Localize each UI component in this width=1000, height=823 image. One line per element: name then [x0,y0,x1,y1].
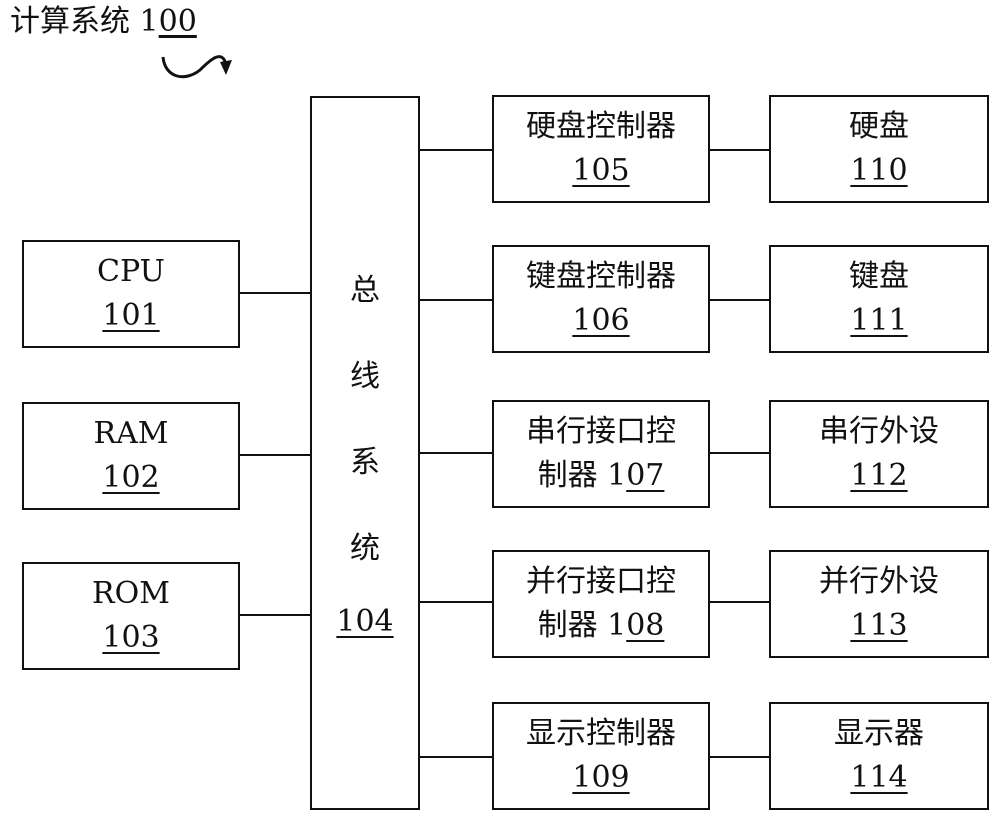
hdd-controller-box: 硬盘控制器 105 [492,95,710,203]
display-label: 显示器 [834,716,924,751]
serial-controller-label-1: 串行接口控 [526,414,676,449]
parallel-peripheral-label: 并行外设 [819,564,939,599]
keyboard-label: 键盘 [849,259,909,294]
hdd-controller-label: 硬盘控制器 [526,109,676,144]
bus-ref: 104 [336,604,394,639]
cpu-label: CPU [97,254,165,289]
rom-label: ROM [92,576,170,611]
cpu-box: CPU 101 [22,240,240,348]
parallel-controller-ref: 08 [626,608,665,643]
hdd-box: 硬盘 110 [769,95,989,203]
serial-peripheral-label: 串行外设 [819,414,939,449]
serial-controller-label-2-text: 制器 1 [537,458,627,493]
display-controller-label: 显示控制器 [526,716,676,751]
cpu-ref: 101 [102,298,160,333]
ram-label: RAM [93,416,169,451]
serial-controller-label-2: 制器 107 [538,454,665,498]
keyboard-ref: 111 [850,303,908,338]
parallel-peripheral-box: 并行外设 113 [769,550,989,658]
bus-char-1: 总 [350,273,380,308]
parallel-controller-label-2: 制器 108 [538,604,665,648]
ram-box: RAM 102 [22,402,240,510]
serial-controller-ref: 07 [626,458,665,493]
bus-char-3: 系 [350,445,380,480]
keyboard-controller-box: 键盘控制器 106 [492,245,710,353]
hdd-ref: 110 [850,153,908,188]
keyboard-controller-ref: 106 [572,303,630,338]
bus-system-box: 总 线 系 统 104 [310,96,420,810]
rom-box: ROM 103 [22,562,240,670]
reference-arrow [161,55,228,79]
keyboard-box: 键盘 111 [769,245,989,353]
display-box: 显示器 114 [769,702,989,810]
parallel-controller-box: 并行接口控 制器 108 [492,550,710,658]
serial-controller-box: 串行接口控 制器 107 [492,400,710,508]
parallel-controller-label-2-text: 制器 1 [537,608,627,643]
hdd-label: 硬盘 [849,109,909,144]
bus-char-2: 线 [350,359,380,394]
display-ref: 114 [850,760,908,795]
parallel-peripheral-ref: 113 [850,608,908,643]
parallel-controller-label-1: 并行接口控 [526,564,676,599]
ram-ref: 102 [102,460,160,495]
serial-peripheral-ref: 112 [850,458,908,493]
display-controller-box: 显示控制器 109 [492,702,710,810]
reference-arrow-head [220,60,232,75]
bus-char-4: 统 [350,531,380,566]
hdd-controller-ref: 105 [572,153,630,188]
keyboard-controller-label: 键盘控制器 [526,259,676,294]
display-controller-ref: 109 [572,760,630,795]
rom-ref: 103 [102,620,160,655]
serial-peripheral-box: 串行外设 112 [769,400,989,508]
